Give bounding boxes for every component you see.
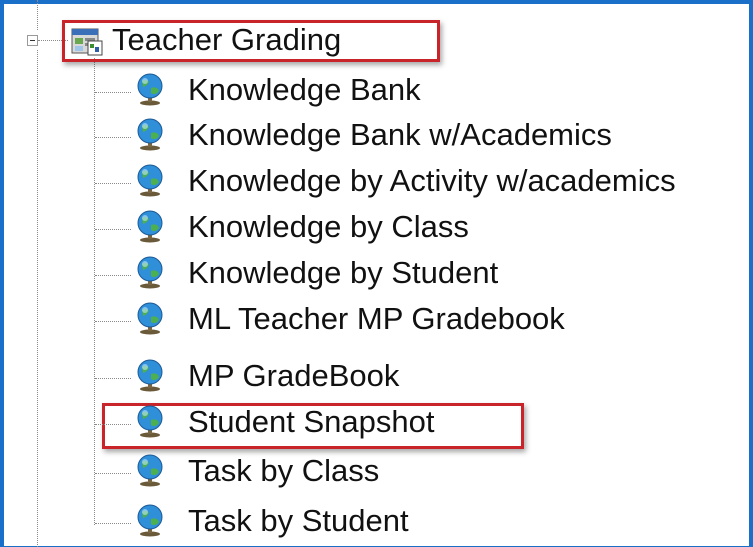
globe-icon — [137, 504, 163, 537]
tree-node-label: Task by Class — [188, 453, 380, 488]
report-tree: Teacher Grading Knowledge Bank Knowledge… — [0, 0, 753, 547]
tree-node-label: Knowledge by Activity w/academics — [188, 163, 676, 198]
tree-node-label: MP GradeBook — [188, 358, 400, 393]
tree-guide-line — [95, 275, 131, 276]
tree-guide-line — [95, 424, 131, 425]
globe-icon — [137, 118, 163, 151]
tree-node-label: Knowledge Bank w/Academics — [188, 117, 612, 152]
globe-icon — [137, 405, 163, 438]
tree-node-label: Knowledge by Class — [188, 209, 469, 244]
globe-icon — [137, 256, 163, 289]
tree-guide-line — [95, 523, 131, 524]
tree-node-label: ML Teacher MP Gradebook — [188, 301, 565, 336]
globe-icon — [137, 164, 163, 197]
globe-icon — [137, 210, 163, 243]
tree-guide-line — [95, 137, 131, 138]
tree-guide-line — [95, 92, 131, 93]
tree-guide-line — [95, 183, 131, 184]
collapse-toggle[interactable] — [27, 35, 38, 46]
tree-node-label: Task by Student — [188, 503, 409, 538]
tree-guide-line — [95, 378, 131, 379]
tree-node-label: Knowledge Bank — [188, 72, 421, 107]
tree-guide-line — [37, 0, 38, 30]
tree-guide-line — [37, 50, 38, 547]
tree-node-label: Knowledge by Student — [188, 255, 499, 290]
tree-guide-line — [95, 321, 131, 322]
tree-guide-line — [94, 58, 95, 525]
globe-icon — [137, 73, 163, 106]
tree-guide-line — [95, 229, 131, 230]
globe-icon — [137, 359, 163, 392]
highlight-box — [62, 20, 440, 62]
tree-guide-line — [95, 473, 131, 474]
tree-node-label: Student Snapshot — [188, 404, 435, 439]
globe-icon — [137, 302, 163, 335]
globe-icon — [137, 454, 163, 487]
